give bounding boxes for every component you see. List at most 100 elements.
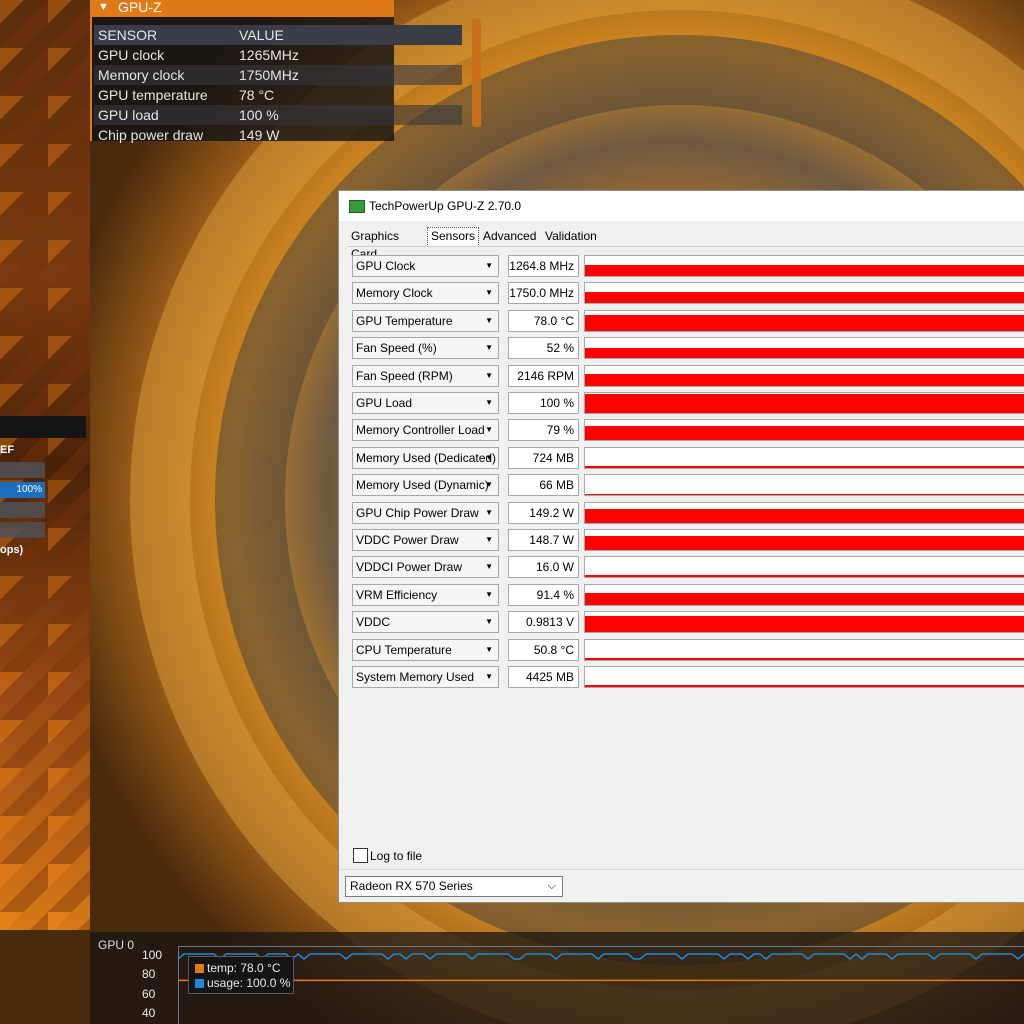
sensor-name-dropdown[interactable]: Fan Speed (%) ▼ bbox=[352, 337, 499, 360]
overlay-sensor-name: GPU clock bbox=[98, 47, 165, 63]
legend-swatch bbox=[195, 979, 204, 988]
sensor-name-dropdown[interactable]: Memory Controller Load ▼ bbox=[352, 419, 499, 442]
overlay-row: GPU load 100 % bbox=[94, 105, 462, 125]
tab-graphics-card[interactable]: Graphics Card bbox=[351, 227, 399, 261]
sensor-value-text: 1264.8 MHz bbox=[509, 259, 574, 273]
gpu-select-dropdown[interactable]: Radeon RX 570 Series ⌵ bbox=[345, 876, 563, 897]
sensor-name-dropdown[interactable]: GPU Temperature ▼ bbox=[352, 309, 499, 332]
sensor-name-dropdown[interactable]: Memory Used (Dedicated) ▼ bbox=[352, 446, 499, 469]
sensor-name: Fan Speed (%) bbox=[356, 341, 437, 356]
sensor-value-text: 50.8 °C bbox=[533, 642, 574, 657]
sensor-graph-fill bbox=[585, 314, 1024, 331]
sensor-name-dropdown[interactable]: VDDC ▼ bbox=[352, 611, 499, 634]
graph-plot-area bbox=[178, 946, 1024, 1024]
sensor-name: System Memory Used bbox=[356, 670, 475, 684]
left-panel-bar bbox=[0, 522, 45, 538]
sensor-name-dropdown[interactable]: VRM Efficiency ▼ bbox=[352, 583, 499, 606]
overlay-row: Memory clock 1750MHz bbox=[94, 65, 462, 85]
tab-validation[interactable]: Validation bbox=[545, 227, 597, 245]
overlay-header-value: VALUE bbox=[239, 27, 284, 43]
dropdown-arrow-icon: ▼ bbox=[485, 343, 493, 353]
graph-legend: temp: 78.0 °C usage: 100.0 % bbox=[188, 956, 294, 994]
legend-item-usage: usage: 100.0 % bbox=[195, 976, 290, 990]
sensor-value: 66 MB bbox=[508, 474, 579, 497]
sensor-name-dropdown[interactable]: Memory Used (Dynamic) ▼ bbox=[352, 474, 499, 497]
sensor-value-text: 66 MB bbox=[539, 478, 574, 493]
chevron-down-icon: ⌵ bbox=[547, 880, 556, 892]
dropdown-arrow-icon: ▼ bbox=[485, 452, 493, 462]
dropdown-arrow-icon: ▼ bbox=[485, 398, 493, 407]
overlay-title-bar[interactable]: ▼ GPU-Z bbox=[90, 0, 394, 17]
log-to-file-checkbox[interactable] bbox=[353, 848, 368, 863]
sensor-value-text: 724 MB bbox=[532, 450, 574, 465]
y-tick-label: 100 bbox=[142, 948, 163, 962]
sensor-graph bbox=[584, 446, 1024, 469]
sensor-value: 50.8 °C bbox=[508, 638, 579, 661]
sensor-graph bbox=[584, 364, 1024, 387]
sensor-name-dropdown[interactable]: GPU Chip Power Draw ▼ bbox=[352, 501, 499, 524]
dropdown-arrow-icon: ▼ bbox=[485, 370, 493, 380]
dropdown-arrow-icon: ▼ bbox=[485, 562, 493, 572]
legend-item-temp: temp: 78.0 °C bbox=[195, 961, 281, 975]
dropdown-arrow-icon: ▼ bbox=[485, 288, 493, 298]
collapse-triangle-icon[interactable]: ▼ bbox=[98, 0, 109, 14]
sensor-graph bbox=[584, 666, 1024, 688]
overlay-row: Chip power draw 149 W bbox=[94, 125, 462, 145]
sensor-name-dropdown[interactable]: GPU Load ▼ bbox=[352, 392, 499, 414]
sensor-name: GPU Chip Power Draw bbox=[356, 505, 479, 520]
sensor-graph-fill bbox=[585, 508, 1024, 523]
sensor-name-dropdown[interactable]: Fan Speed (RPM) ▼ bbox=[352, 364, 499, 387]
legend-swatch bbox=[195, 964, 204, 973]
legend-label: usage: 100.0 % bbox=[207, 976, 291, 990]
sensor-name: Memory Used (Dedicated) bbox=[356, 450, 497, 465]
sensor-graph-fill bbox=[585, 575, 1024, 578]
sensor-value: 100 % bbox=[508, 392, 579, 414]
sensor-graph bbox=[584, 638, 1024, 661]
sensor-value-text: 16.0 W bbox=[535, 560, 574, 575]
sensor-graph-fill bbox=[585, 373, 1024, 386]
sensor-value: 91.4 % bbox=[508, 583, 579, 606]
sensor-name-dropdown[interactable]: System Memory Used ▼ bbox=[352, 666, 499, 688]
sensor-name: VDDC Power Draw bbox=[356, 533, 459, 547]
sensor-graph bbox=[584, 556, 1024, 579]
sensor-value-text: 78.0 °C bbox=[533, 313, 574, 328]
sensor-name: GPU Temperature bbox=[356, 313, 453, 328]
sensor-graph-fill bbox=[585, 536, 1024, 550]
overlay-left-border bbox=[90, 17, 92, 141]
overlay-scrollbar[interactable] bbox=[472, 19, 481, 127]
dropdown-arrow-icon: ▼ bbox=[485, 672, 493, 681]
tab-advanced[interactable]: Advanced bbox=[483, 227, 536, 245]
sensor-graph-fill bbox=[585, 494, 1024, 496]
footer-divider bbox=[339, 869, 1024, 870]
sensor-name: Fan Speed (RPM) bbox=[356, 368, 453, 383]
sensor-name-dropdown[interactable]: VDDC Power Draw ▼ bbox=[352, 529, 499, 551]
sensor-graph bbox=[584, 255, 1024, 277]
sensor-name-dropdown[interactable]: VDDCI Power Draw ▼ bbox=[352, 556, 499, 579]
dropdown-arrow-icon: ▼ bbox=[485, 644, 493, 654]
gpu-history-graph: GPU 0 100 80 60 40 temp: 78.0 °C usage: … bbox=[90, 932, 1024, 1024]
sensor-graph bbox=[584, 529, 1024, 551]
sensor-graph bbox=[584, 501, 1024, 524]
overlay-row: GPU clock 1265MHz bbox=[94, 45, 462, 65]
gpuz-window: TechPowerUp GPU-Z 2.70.0 Graphics Card S… bbox=[338, 190, 1024, 903]
sensor-graph-fill bbox=[585, 394, 1024, 413]
sensor-name-dropdown[interactable]: GPU Clock ▼ bbox=[352, 255, 499, 277]
y-tick-label: 60 bbox=[142, 987, 156, 1001]
sensor-value: 148.7 W bbox=[508, 529, 579, 551]
sensor-graph-fill bbox=[585, 685, 1024, 687]
sensor-name-dropdown[interactable]: Memory Clock ▼ bbox=[352, 282, 499, 305]
log-to-file-label[interactable]: Log to file bbox=[370, 849, 422, 863]
sensor-graph bbox=[584, 337, 1024, 360]
sensor-graph-fill bbox=[585, 426, 1024, 441]
window-titlebar[interactable]: TechPowerUp GPU-Z 2.70.0 bbox=[339, 191, 1024, 221]
left-panel-label: ops) bbox=[0, 544, 24, 556]
dropdown-arrow-icon: ▼ bbox=[485, 617, 493, 627]
sensor-value-text: 1750.0 MHz bbox=[509, 286, 574, 301]
sensor-value: 0.9813 V bbox=[508, 611, 579, 634]
left-panel-usage-bar: 100% bbox=[0, 482, 45, 498]
tab-sensors[interactable]: Sensors bbox=[427, 227, 480, 247]
dropdown-arrow-icon: ▼ bbox=[485, 261, 493, 270]
sensor-name-dropdown[interactable]: CPU Temperature ▼ bbox=[352, 638, 499, 661]
gpuz-overlay-panel: ▼ GPU-Z SENSOR VALUE GPU clock 1265MHz M… bbox=[90, 0, 481, 143]
sensor-graph-fill bbox=[585, 348, 1024, 359]
